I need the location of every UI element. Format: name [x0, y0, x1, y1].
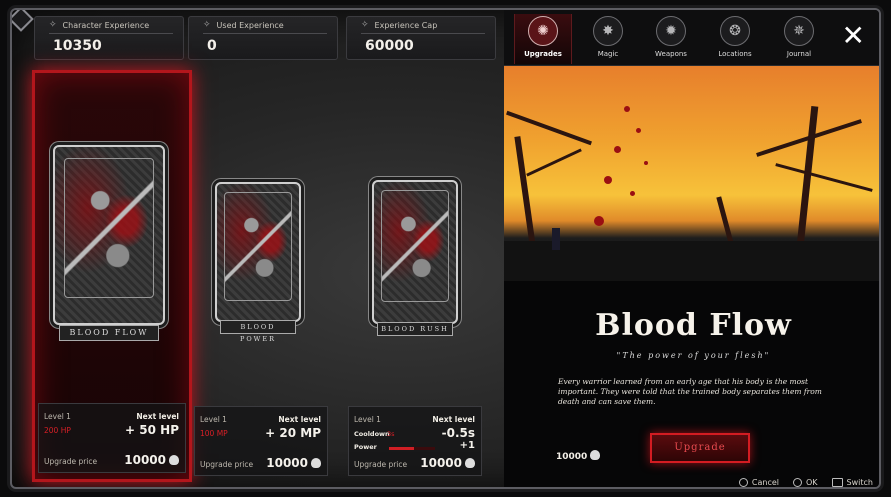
upgrade-price-label: Upgrade price: [200, 460, 254, 469]
card-artwork: [380, 190, 450, 303]
next-value: + 20 MP: [265, 426, 321, 440]
power-next: +1: [459, 440, 475, 451]
card-blood-flow[interactable]: BLOOD FLOW Level 1 Next level 200 HP + 5…: [32, 70, 192, 482]
menu-tabs: ✺ Upgrades ✸ Magic ✹ Weapons ❂ Locations…: [504, 10, 879, 66]
journal-icon: ✵: [784, 16, 814, 46]
cooldown-label: Cooldown: [354, 430, 390, 438]
upgrade-price-label: Upgrade price: [44, 457, 98, 466]
card-name: BLOOD POWER: [220, 320, 296, 343]
detail-price-value: 10000: [556, 452, 588, 462]
card-stats-panel: Level 1 Next level Cooldown 3s -0.5s Pow…: [348, 406, 482, 476]
card-stats-panel: Level 1 Next level 100 MP + 20 MP Upgrad…: [194, 406, 328, 476]
sparkle-icon: ✧: [49, 20, 57, 30]
tab-label: Upgrades: [524, 50, 562, 58]
card-blood-rush[interactable]: BLOOD RUSH Level 1 Next level Cooldown 3…: [346, 70, 506, 482]
stat-label: Character Experience: [62, 20, 150, 30]
stat-value: 0: [207, 38, 217, 54]
upgrade-subtitle: "The power of your flesh": [616, 351, 771, 360]
upgrade-description: Every warrior learned from an early age …: [558, 377, 822, 406]
experience-cap-panel: ✧ Experience Cap 60000: [346, 16, 496, 60]
upgrade-price: 10000: [266, 456, 308, 470]
next-value: + 50 HP: [125, 423, 179, 437]
close-icon[interactable]: ✕: [842, 22, 865, 50]
locations-icon: ❂: [720, 16, 750, 46]
current-value: 200 HP: [44, 426, 71, 435]
next-level-label: Next level: [278, 415, 321, 424]
next-level-label: Next level: [136, 412, 179, 421]
upgrade-button[interactable]: Upgrade: [650, 433, 750, 463]
power-label: Power: [354, 443, 377, 451]
tarot-card: BLOOD RUSH: [372, 180, 458, 336]
next-level-label: Next level: [432, 415, 475, 424]
hint-label: OK: [806, 478, 818, 487]
card-name: BLOOD RUSH: [377, 322, 453, 336]
ok-hint[interactable]: OK: [793, 478, 818, 487]
detail-price: 10000: [556, 450, 601, 462]
tarot-card: BLOOD FLOW: [53, 145, 165, 341]
level-label: Level 1: [200, 415, 227, 424]
circle-button-icon: [738, 478, 748, 487]
upgrade-price: 10000: [420, 456, 462, 470]
cross-button-icon: [793, 478, 802, 487]
upgrade-menu-frame: ✧ Character Experience 10350 ✧ Used Experi…: [10, 8, 881, 489]
stat-value: 10350: [53, 38, 102, 54]
character-experience-panel: ✧ Character Experience 10350: [34, 16, 184, 60]
sparkle-icon: ✧: [203, 20, 211, 30]
card-blood-power[interactable]: BLOOD POWER Level 1 Next level 100 MP + …: [192, 70, 352, 482]
cancel-hint[interactable]: Cancel: [738, 478, 779, 487]
upgrades-icon: ✺: [528, 16, 558, 46]
used-experience-panel: ✧ Used Experience 0: [188, 16, 338, 60]
tab-label: Locations: [718, 50, 752, 58]
tab-magic[interactable]: ✸ Magic: [579, 14, 637, 64]
tarot-card: BLOOD POWER: [215, 182, 301, 343]
card-name: BLOOD FLOW: [59, 325, 159, 341]
experience-stats-bar: ✧ Character Experience 10350 ✧ Used Experi…: [12, 10, 504, 65]
tab-locations[interactable]: ❂ Locations: [706, 14, 764, 64]
skull-currency-icon: [169, 455, 179, 465]
tab-label: Weapons: [655, 50, 687, 58]
upgrade-price-label: Upgrade price: [354, 460, 408, 469]
button-hints: Cancel OK Switch: [738, 478, 873, 487]
upgrade-preview-image: [504, 66, 879, 281]
hint-label: Switch: [846, 478, 873, 487]
card-artwork: [223, 192, 293, 301]
hint-label: Cancel: [751, 478, 779, 487]
upgrade-price: 10000: [124, 453, 166, 467]
switch-hint[interactable]: Switch: [831, 478, 873, 487]
tab-label: Magic: [597, 50, 619, 58]
bumper-button-icon: [831, 478, 843, 487]
power-bar: [389, 447, 435, 450]
cooldown-value: 3s: [387, 430, 395, 438]
card-stats-panel: Level 1 Next level 200 HP + 50 HP Upgrad…: [38, 403, 186, 473]
level-label: Level 1: [44, 412, 71, 421]
tab-upgrades[interactable]: ✺ Upgrades: [514, 14, 572, 64]
stat-value: 60000: [365, 38, 414, 54]
magic-icon: ✸: [593, 16, 623, 46]
tab-weapons[interactable]: ✹ Weapons: [642, 14, 700, 64]
cooldown-next: -0.5s: [441, 426, 475, 440]
tab-label: Journal: [786, 50, 812, 58]
skull-currency-icon: [311, 458, 321, 468]
skull-currency-icon: [465, 458, 475, 468]
card-artwork: [63, 157, 155, 299]
current-value: 100 MP: [200, 429, 228, 438]
tab-journal[interactable]: ✵ Journal: [770, 14, 828, 64]
weapons-icon: ✹: [656, 16, 686, 46]
skull-currency-icon: [590, 450, 601, 460]
stat-label: Used Experience: [216, 20, 284, 30]
level-label: Level 1: [354, 415, 381, 424]
sparkle-icon: ✧: [361, 20, 369, 30]
upgrade-detail-panel: Blood Flow "The power of your flesh" Eve…: [504, 66, 879, 487]
power-bar-fill: [389, 447, 415, 450]
upgrade-title: Blood Flow: [595, 308, 792, 343]
stat-label: Experience Cap: [374, 20, 438, 30]
